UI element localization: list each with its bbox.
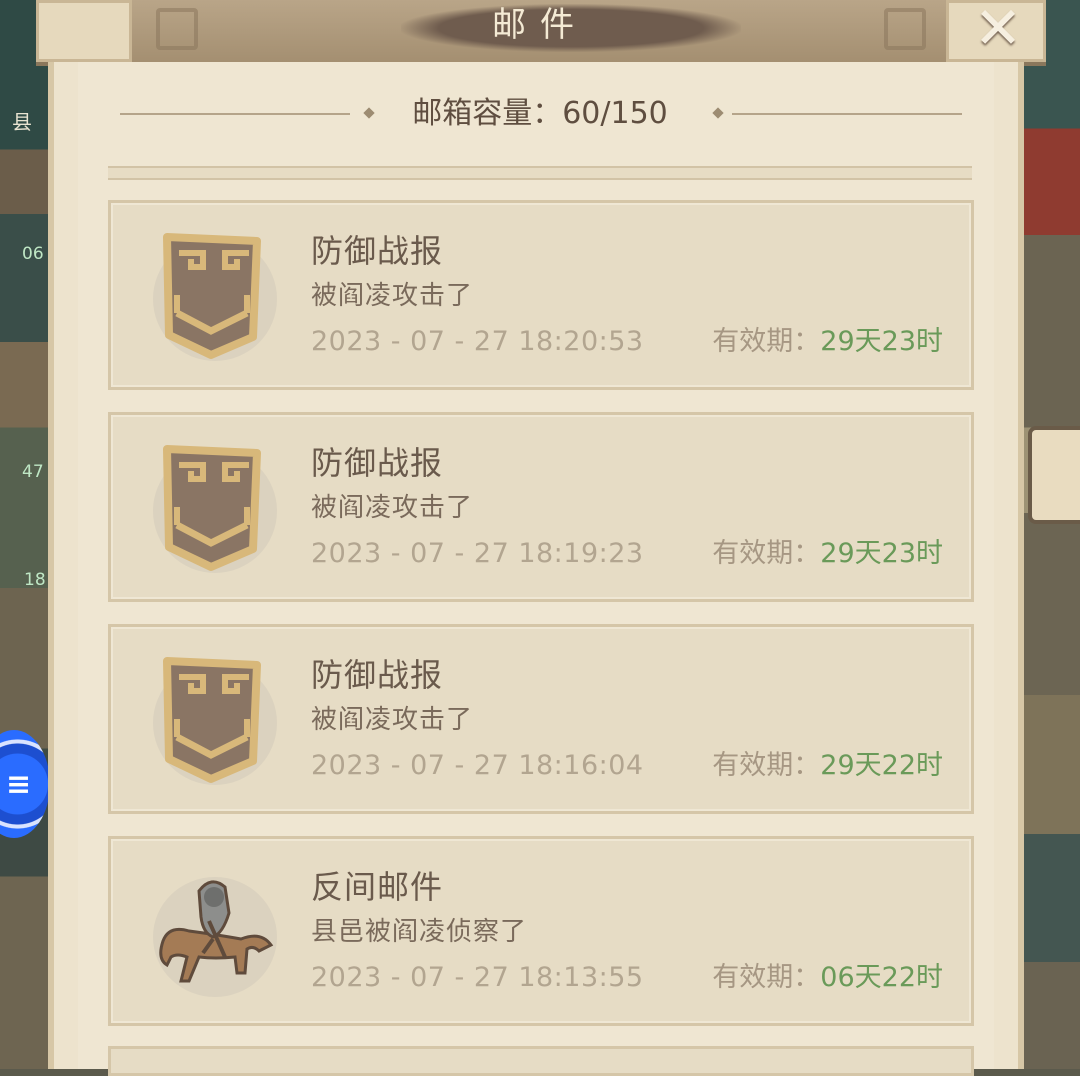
ornament-icon: [156, 8, 198, 50]
close-icon: ✕: [973, 0, 1023, 62]
mail-item[interactable]: 反间邮件 县邑被阎凌侦察了 2023 - 07 - 27 18:13:55 有效…: [108, 836, 974, 1026]
validity-label: 有效期：: [712, 326, 821, 357]
mail-validity: 有效期：29天23时: [712, 537, 943, 571]
map-number: 18: [24, 570, 46, 590]
mail-timestamp: 2023 - 07 - 27 18:20:53: [311, 326, 644, 357]
window-title: 邮件: [492, 5, 588, 45]
ornament-icon: [884, 8, 926, 50]
assistant-icon: ≡: [6, 767, 32, 802]
divider-line: [732, 113, 962, 115]
mail-subtitle: 被阎凌攻击了: [311, 281, 474, 311]
mail-item[interactable]: 防御战报 被阎凌攻击了 2023 - 07 - 27 18:20:53 有效期：…: [108, 200, 974, 390]
close-button[interactable]: ✕: [956, 0, 1040, 60]
list-top-divider: [108, 166, 972, 180]
mail-subtitle: 被阎凌攻击了: [311, 493, 474, 523]
mail-timestamp: 2023 - 07 - 27 18:19:23: [311, 538, 644, 569]
mail-title: 防御战报: [311, 656, 444, 694]
header-left-cap: [36, 0, 132, 62]
validity-label: 有效期：: [712, 750, 821, 781]
game-background-right: [1018, 0, 1080, 1069]
mail-validity: 有效期：29天23时: [712, 325, 943, 359]
shield-icon: [153, 657, 277, 785]
mail-validity: 有效期：06天22时: [712, 961, 943, 995]
map-number: 06: [22, 244, 44, 264]
map-label: 县: [12, 110, 32, 134]
side-event-card[interactable]: [1028, 426, 1080, 524]
validity-value: 06天22时: [820, 962, 943, 993]
mail-title: 防御战报: [311, 232, 444, 270]
mail-timestamp: 2023 - 07 - 27 18:13:55: [311, 962, 644, 993]
mail-title: 反间邮件: [311, 868, 444, 906]
mail-timestamp: 2023 - 07 - 27 18:16:04: [311, 750, 644, 781]
mail-item[interactable]: 防御战报 被阎凌攻击了 2023 - 07 - 27 18:19:23 有效期：…: [108, 412, 974, 602]
mail-title: 防御战报: [311, 444, 444, 482]
mail-validity: 有效期：29天22时: [712, 749, 943, 783]
validity-value: 29天23时: [820, 326, 943, 357]
mail-item[interactable]: 防御战报 被阎凌攻击了 2023 - 07 - 27 18:16:04 有效期：…: [108, 624, 974, 814]
mailbox-capacity-row: 邮箱容量：60/150: [120, 92, 962, 136]
mail-subtitle: 被阎凌攻击了: [311, 705, 474, 735]
validity-label: 有效期：: [712, 538, 821, 569]
spy-rider-icon: [153, 877, 277, 997]
validity-value: 29天23时: [820, 538, 943, 569]
validity-label: 有效期：: [712, 962, 821, 993]
shield-icon: [153, 445, 277, 573]
validity-value: 29天22时: [820, 750, 943, 781]
mail-subtitle: 县邑被阎凌侦察了: [311, 917, 528, 947]
shield-icon: [153, 233, 277, 361]
mail-item-partial[interactable]: [108, 1046, 974, 1076]
map-number: 47: [22, 462, 44, 482]
